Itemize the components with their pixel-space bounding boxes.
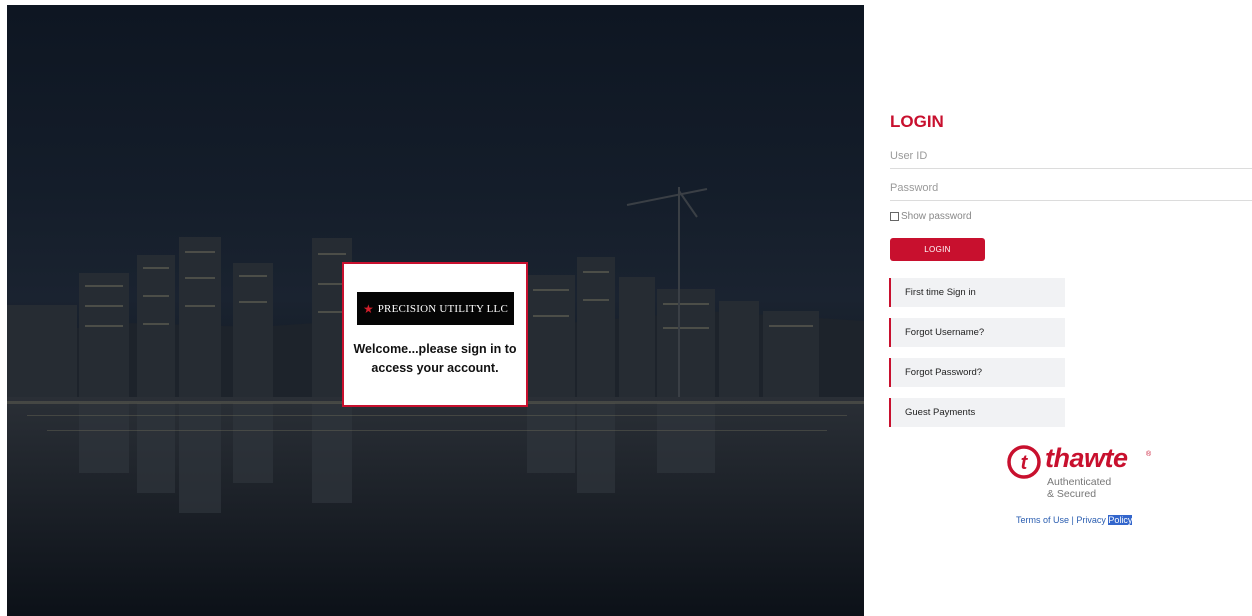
seal-line-2: & Secured xyxy=(1047,488,1097,500)
link-label: Forgot Password? xyxy=(905,367,983,378)
show-password-toggle[interactable]: Show password xyxy=(890,211,972,222)
link-label: First time Sign in xyxy=(905,287,976,298)
star-icon: ★ xyxy=(362,301,374,316)
password-input[interactable] xyxy=(890,175,1252,201)
brand-logo: ★ PRECISION UTILITY LLC xyxy=(357,292,514,325)
seal-caption: Authenticated & Secured xyxy=(1047,476,1111,500)
login-page: ★ PRECISION UTILITY LLC Welcome...please… xyxy=(0,0,1252,616)
registered-mark: ® xyxy=(1146,451,1152,458)
login-button[interactable]: LOGIN xyxy=(890,238,985,261)
brand-name: PRECISION UTILITY LLC xyxy=(377,302,509,315)
user-id-input[interactable] xyxy=(890,143,1252,169)
forgot-username-link[interactable]: Forgot Username? xyxy=(889,318,1065,347)
show-password-checkbox[interactable] xyxy=(890,212,899,221)
welcome-card: ★ PRECISION UTILITY LLC Welcome...please… xyxy=(342,262,528,407)
thawte-brand: thawte xyxy=(1045,443,1128,473)
privacy-policy-link-part2[interactable]: Policy xyxy=(1108,515,1133,525)
forgot-password-link[interactable]: Forgot Password? xyxy=(889,358,1065,387)
city-skyline-background: ★ PRECISION UTILITY LLC Welcome...please… xyxy=(7,5,864,616)
show-password-label: Show password xyxy=(901,211,972,222)
guest-payments-link[interactable]: Guest Payments xyxy=(889,398,1065,427)
privacy-policy-link-part1[interactable]: Privacy xyxy=(1076,515,1108,525)
welcome-message: Welcome...please sign in to access your … xyxy=(353,342,517,375)
link-label: Forgot Username? xyxy=(905,327,985,338)
footer-links: Terms of Use | Privacy Policy xyxy=(1016,515,1133,525)
thawte-security-seal[interactable]: t thawte ® Authenticated & Secured xyxy=(1007,443,1157,505)
svg-text:t: t xyxy=(1021,452,1029,474)
first-time-sign-in-link[interactable]: First time Sign in xyxy=(889,278,1065,307)
seal-line-1: Authenticated xyxy=(1047,476,1112,488)
thawte-logo-icon: t xyxy=(1007,445,1041,479)
login-title: LOGIN xyxy=(890,112,944,131)
terms-of-use-link[interactable]: Terms of Use xyxy=(1016,515,1069,525)
link-label: Guest Payments xyxy=(905,407,976,418)
